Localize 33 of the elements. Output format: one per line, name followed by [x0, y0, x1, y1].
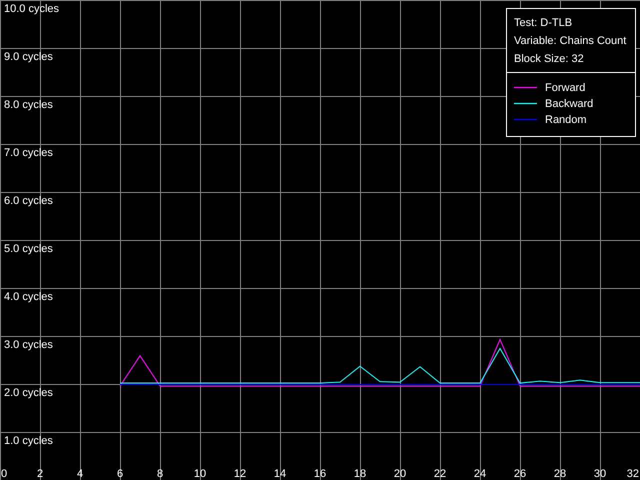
axis-label: 20	[394, 468, 406, 480]
axis-label: 8.0 cycles	[4, 99, 53, 111]
axis-label: 32	[626, 468, 639, 480]
axis-label: 6	[116, 468, 124, 480]
axis-label: 12	[234, 468, 246, 480]
axis-label: 4.0 cycles	[4, 291, 53, 303]
axis-label: 26	[514, 468, 526, 480]
axis-label: 10	[194, 468, 206, 480]
axis-label: 9.0 cycles	[4, 51, 53, 63]
legend-label: Forward	[545, 82, 586, 94]
legend-info: Block Size: 32	[514, 53, 584, 65]
axis-label: 14	[274, 468, 286, 480]
axis-label: 16	[314, 468, 326, 480]
legend-info: Variable: Chains Count	[514, 35, 626, 47]
axis-label: 1.0 cycles	[4, 435, 53, 447]
axis-label: 3.0 cycles	[4, 339, 53, 351]
axis-label: 6.0 cycles	[4, 195, 53, 207]
axis-label: 18	[354, 468, 366, 480]
axis-label: 2.0 cycles	[4, 387, 53, 399]
legend-label: Random	[545, 114, 587, 126]
axis-label: 5.0 cycles	[4, 243, 53, 255]
axis-label: 28	[554, 468, 566, 480]
axis-label: 8	[156, 468, 164, 480]
axis-label: 22	[434, 468, 446, 480]
axis-label: 7.0 cycles	[4, 147, 53, 159]
axis-label: 10.0 cycles	[4, 3, 60, 15]
axis-label: 4	[76, 468, 84, 480]
axis-label: 30	[594, 468, 606, 480]
legend-info: Test: D-TLB	[514, 17, 572, 29]
axis-label: 0	[1, 468, 8, 480]
axis-label: 2	[36, 468, 44, 480]
axis-label: 24	[474, 468, 486, 480]
legend-label: Backward	[545, 98, 594, 110]
